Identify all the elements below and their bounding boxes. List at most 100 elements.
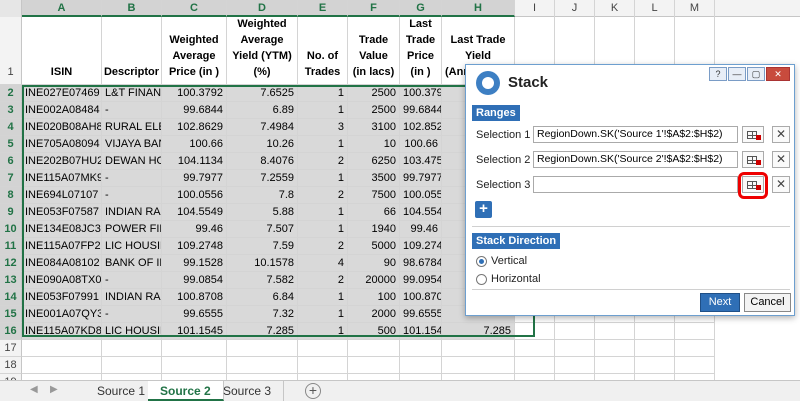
table-cell[interactable]: BANK OF IN [102, 255, 162, 272]
table-cell[interactable]: INE694L07107 [22, 187, 102, 204]
add-selection-button[interactable]: + [475, 201, 492, 218]
table-cell[interactable]: 10.1578 [227, 255, 298, 272]
row-header[interactable]: 12 [0, 255, 22, 272]
table-cell[interactable]: INE084A08102 [22, 255, 102, 272]
table-cell[interactable]: 102.8629 [162, 119, 227, 136]
table-cell[interactable]: 2500 [348, 102, 400, 119]
empty-cell[interactable] [298, 340, 348, 357]
row-header[interactable]: 10 [0, 221, 22, 238]
table-cell[interactable]: 99.7977 [162, 170, 227, 187]
table-cell[interactable]: 99.6844 [400, 102, 442, 119]
help-button[interactable]: ? [709, 67, 727, 81]
column-header[interactable]: D [227, 0, 298, 17]
row-header[interactable]: 8 [0, 187, 22, 204]
table-cell[interactable]: LIC HOUSIN [102, 323, 162, 340]
column-header[interactable]: F [348, 0, 400, 17]
empty-cell[interactable] [400, 340, 442, 357]
table-header-cell[interactable]: No. of Trades [298, 17, 348, 85]
table-cell[interactable]: 66 [348, 204, 400, 221]
table-cell[interactable]: 7.4984 [227, 119, 298, 136]
table-cell[interactable]: 2 [298, 238, 348, 255]
column-header[interactable]: G [400, 0, 442, 17]
table-cell[interactable]: 10.26 [227, 136, 298, 153]
table-cell[interactable]: POWER FIN [102, 221, 162, 238]
row-header[interactable]: 14 [0, 289, 22, 306]
selection-1-input[interactable]: RegionDown.SK('Source 1'!$A$2:$H$2) [533, 126, 738, 143]
table-cell[interactable]: 100.3792 [400, 85, 442, 102]
table-cell[interactable]: 1 [298, 306, 348, 323]
table-cell[interactable]: 2500 [348, 85, 400, 102]
table-cell[interactable]: 20000 [348, 272, 400, 289]
table-cell[interactable]: 3100 [348, 119, 400, 136]
row-header[interactable]: 15 [0, 306, 22, 323]
table-cell[interactable]: 99.7977 [400, 170, 442, 187]
table-header-cell[interactable]: Trade Value (in lacs) [348, 17, 400, 85]
table-cell[interactable]: 2000 [348, 306, 400, 323]
table-cell[interactable]: 100.66 [400, 136, 442, 153]
table-cell[interactable]: 1 [298, 289, 348, 306]
table-cell[interactable]: 2 [298, 153, 348, 170]
cancel-button[interactable]: Cancel [744, 293, 791, 312]
row-header[interactable]: 5 [0, 136, 22, 153]
table-cell[interactable]: 90 [348, 255, 400, 272]
empty-cell[interactable] [555, 357, 595, 374]
table-cell[interactable]: L&T FINAN [102, 85, 162, 102]
table-cell[interactable]: - [102, 102, 162, 119]
empty-cell[interactable] [400, 357, 442, 374]
empty-cell[interactable] [227, 357, 298, 374]
empty-cell[interactable] [515, 323, 555, 340]
table-cell[interactable]: INE134E08JC3 [22, 221, 102, 238]
empty-cell[interactable] [442, 357, 515, 374]
row-header[interactable]: 3 [0, 102, 22, 119]
empty-cell[interactable] [675, 323, 715, 340]
table-cell[interactable]: 1 [298, 221, 348, 238]
table-cell[interactable]: INE053F07587 [22, 204, 102, 221]
table-cell[interactable]: 1940 [348, 221, 400, 238]
table-cell[interactable]: - [102, 170, 162, 187]
selection-2-range-picker-button[interactable] [742, 151, 764, 168]
table-cell[interactable]: 102.852 [400, 119, 442, 136]
table-cell[interactable]: 7500 [348, 187, 400, 204]
table-cell[interactable]: 109.2748 [162, 238, 227, 255]
table-header-cell[interactable]: Descriptor [102, 17, 162, 85]
table-cell[interactable]: LIC HOUSIN [102, 238, 162, 255]
table-cell[interactable]: 5000 [348, 238, 400, 255]
table-cell[interactable]: 99.6555 [162, 306, 227, 323]
column-header[interactable]: M [675, 0, 715, 17]
table-header-cell[interactable]: Weighted Average Price (in ) [162, 17, 227, 85]
table-cell[interactable]: 7.32 [227, 306, 298, 323]
selection-3-input[interactable] [533, 176, 738, 193]
dialog-title-bar[interactable]: Stack ? — ▢ ✕ [466, 65, 794, 101]
empty-cell[interactable] [595, 323, 635, 340]
empty-cell[interactable] [22, 340, 102, 357]
column-header[interactable]: K [595, 0, 635, 17]
table-cell[interactable]: 99.0854 [162, 272, 227, 289]
row-header[interactable]: 1 [0, 17, 22, 85]
table-cell[interactable]: 100.66 [162, 136, 227, 153]
empty-cell[interactable] [442, 340, 515, 357]
table-cell[interactable]: 7.582 [227, 272, 298, 289]
table-cell[interactable]: 99.6555 [400, 306, 442, 323]
column-header[interactable]: E [298, 0, 348, 17]
row-header[interactable]: 2 [0, 85, 22, 102]
empty-cell[interactable] [555, 340, 595, 357]
empty-cell[interactable] [635, 357, 675, 374]
row-header[interactable]: 7 [0, 170, 22, 187]
table-cell[interactable]: VIJAYA BAN [102, 136, 162, 153]
table-cell[interactable]: 7.59 [227, 238, 298, 255]
table-cell[interactable]: 1 [298, 85, 348, 102]
column-header[interactable]: C [162, 0, 227, 17]
table-cell[interactable]: 2 [298, 187, 348, 204]
table-cell[interactable]: 99.1528 [162, 255, 227, 272]
row-header[interactable]: 17 [0, 340, 22, 357]
vertical-radio[interactable]: Vertical [476, 255, 527, 267]
column-header[interactable]: A [22, 0, 102, 17]
table-cell[interactable]: 99.46 [162, 221, 227, 238]
table-cell[interactable]: 109.2748 [400, 238, 442, 255]
selection-1-delete-button[interactable]: ✕ [772, 126, 790, 143]
table-cell[interactable]: 99.6844 [162, 102, 227, 119]
table-cell[interactable]: 1 [298, 136, 348, 153]
table-cell[interactable]: 104.5549 [162, 204, 227, 221]
empty-cell[interactable] [298, 357, 348, 374]
empty-cell[interactable] [635, 340, 675, 357]
